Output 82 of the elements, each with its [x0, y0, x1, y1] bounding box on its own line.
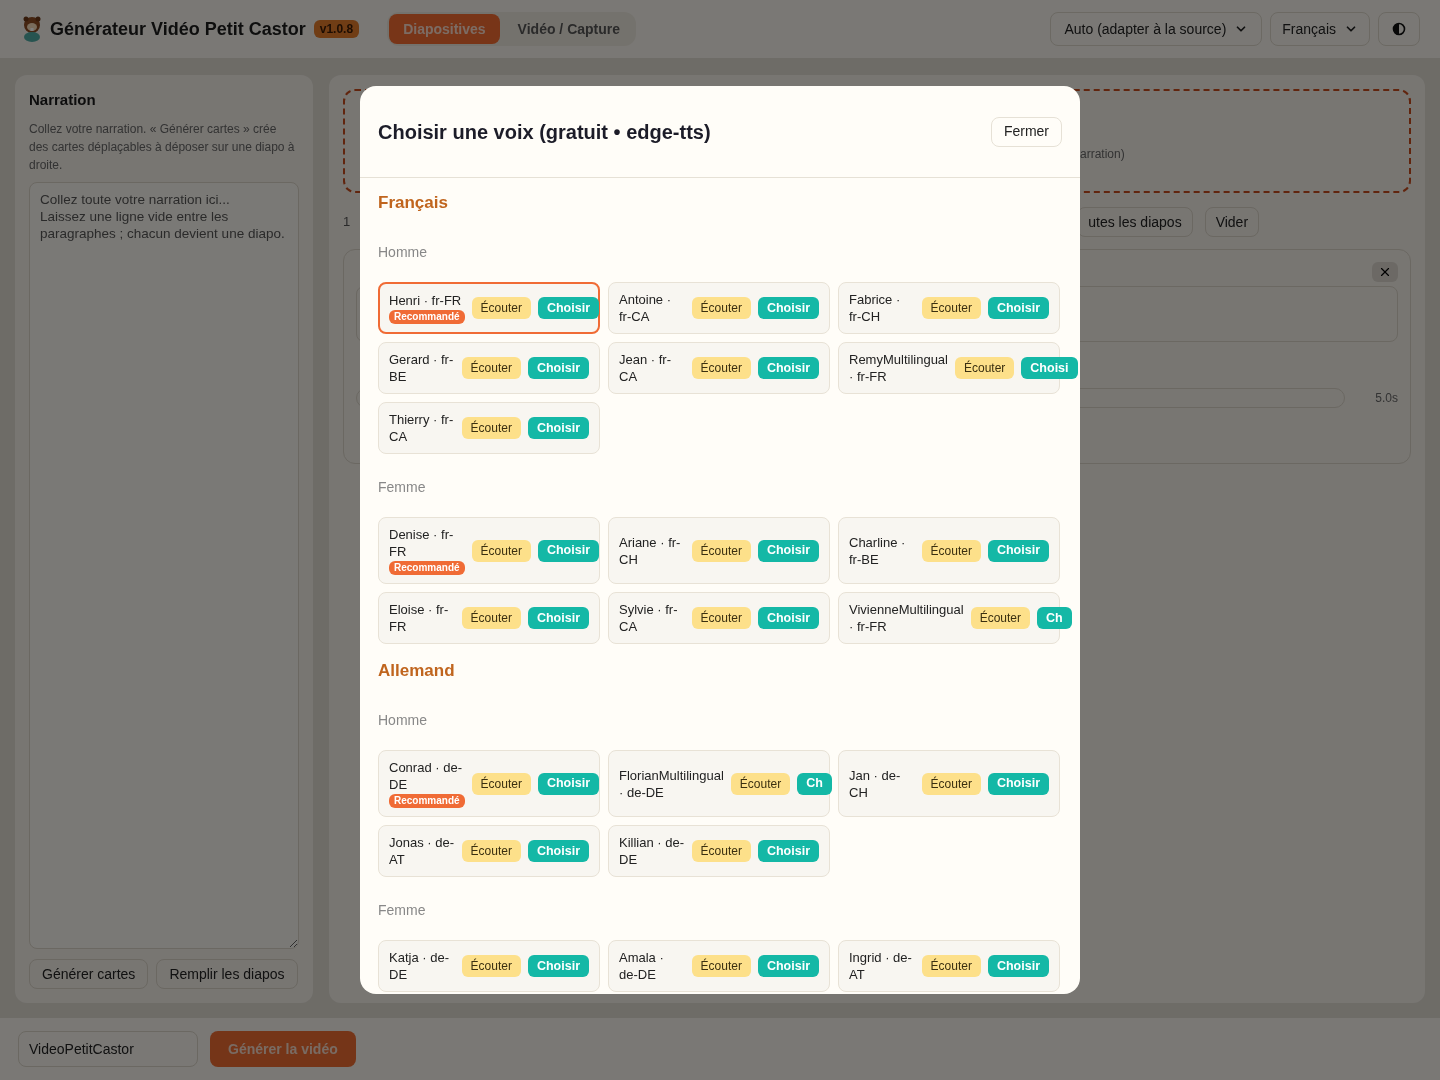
choose-button[interactable]: Choisir [757, 297, 819, 319]
listen-button[interactable]: Écouter [921, 955, 981, 977]
panel-title: Narration [29, 90, 97, 110]
panel-button[interactable]: Remplir les diapos [156, 959, 298, 989]
close-button[interactable] [1372, 262, 1398, 282]
drop-zone-hint: arration) [1080, 147, 1125, 161]
voice-name: Antoine · fr-CA [619, 291, 673, 325]
version-badge: v1.0.8 [313, 20, 360, 38]
narration-field[interactable]: Collez toute votre narration ici... Laissez une ligne vide entre les paragraphes ; chacun devient une diapo. [29, 181, 299, 949]
gender-label: Homme [378, 243, 428, 261]
voice-name: Henri · fr-FR [389, 292, 462, 309]
language-heading: Allemand [378, 660, 456, 682]
choose-button[interactable]: Choisir [537, 297, 599, 319]
panel-button[interactable]: Générer cartes [29, 959, 149, 989]
choose-button[interactable]: Choisir [527, 607, 589, 629]
voice-name: Conrad · de-DE [389, 759, 463, 793]
voice-name: Fabrice · fr-CH [849, 291, 902, 325]
choose-button[interactable]: Choisir [527, 357, 589, 379]
voice-name: Ingrid · de-AT [849, 949, 913, 983]
voice-name: Jan · de-CH [849, 766, 902, 801]
voice-name: Jean · fr-CA [619, 351, 672, 385]
language-heading: Français [378, 192, 449, 214]
panel-description: Collez votre narration. « Générer cartes » crée des cartes déplaçables à déposer sur une diapo à droite. [29, 120, 296, 174]
voice-name: VivienneMultilingual · fr-FR [849, 601, 964, 635]
quality-select[interactable]: Auto (adapter à la source) [1050, 12, 1263, 46]
choose-button[interactable]: Choisir [757, 955, 819, 977]
recommended-badge: Recommandé [389, 310, 465, 324]
listen-button[interactable]: Écouter [970, 607, 1031, 629]
recommended-badge: Recommandé [389, 561, 465, 575]
listen-button[interactable]: Écouter [461, 607, 521, 629]
listen-button[interactable]: Écouter [691, 840, 751, 862]
choose-button[interactable]: Choisir [757, 357, 819, 379]
gender-label: Femme [378, 901, 427, 919]
voice-name: Killian · de-DE [619, 834, 685, 868]
voice-name: Gerard · fr-BE [389, 351, 455, 385]
contrast-icon [1392, 22, 1406, 36]
listen-button[interactable]: Écouter [691, 607, 751, 629]
listen-button[interactable]: Écouter [461, 955, 521, 977]
voice-name: Katja · de-DE [389, 949, 450, 983]
theme-toggle-button[interactable] [1378, 12, 1420, 46]
listen-button[interactable]: Écouter [471, 297, 531, 319]
app-title: Générateur Vidéo Petit Castor [50, 17, 306, 41]
choose-button[interactable]: Choisi [1021, 357, 1078, 379]
choose-button[interactable]: Ch [797, 772, 832, 795]
gender-label: Homme [378, 711, 428, 729]
close-dialog-button[interactable]: Fermer [990, 116, 1062, 147]
listen-button[interactable]: Écouter [461, 840, 521, 862]
close-icon [1378, 265, 1392, 279]
voice-name: RemyMultilingual · fr-FR [849, 351, 948, 385]
recommended-badge: Recommandé [389, 794, 465, 808]
voice-name: Thierry · fr-CA [389, 411, 455, 445]
voice-name: Charline · fr-BE [849, 533, 907, 568]
voice-name: FlorianMultilingual · de-DE [619, 766, 724, 801]
listen-button[interactable]: Écouter [691, 955, 751, 977]
dialog-title: Choisir une voix (gratuit • edge-tts) [378, 119, 711, 145]
choose-button[interactable]: Choisir [987, 297, 1049, 319]
language-select[interactable]: Français [1270, 12, 1370, 46]
project-name-field[interactable]: VideoPetitCastor [18, 1031, 198, 1067]
listen-button[interactable]: Écouter [691, 357, 751, 379]
voice-name: Denise · fr-FR [389, 526, 455, 560]
choose-button[interactable]: Choisir [987, 955, 1049, 977]
choose-button[interactable]: Choisir [527, 417, 589, 439]
listen-button[interactable]: Écouter [461, 357, 521, 379]
listen-button[interactable]: Écouter [955, 357, 1015, 379]
duration-value: 5.0s [1375, 390, 1398, 407]
voice-name: Ariane · fr-CH [619, 533, 682, 568]
slides-button[interactable]: Vider [1204, 207, 1260, 237]
choose-button[interactable]: Choisir [527, 955, 589, 977]
gender-label: Femme [378, 478, 427, 496]
voice-name: Jonas · de-AT [389, 834, 455, 868]
choose-button[interactable]: Choisir [527, 840, 589, 862]
voice-name: Sylvie · fr-CA [619, 601, 679, 635]
voice-name: Amala · de-DE [619, 949, 665, 983]
slide-count: 1 [343, 213, 351, 232]
voice-name: Eloise · fr-FR [389, 601, 450, 635]
listen-button[interactable]: Écouter [921, 297, 981, 319]
listen-button[interactable]: Écouter [691, 297, 751, 319]
choose-button[interactable]: Choisir [757, 840, 819, 862]
choose-button[interactable]: Ch [1037, 607, 1072, 629]
listen-button[interactable]: Écouter [461, 417, 521, 439]
choose-button[interactable]: Choisir [757, 607, 819, 629]
tab[interactable]: Vidéo / Capture [503, 14, 635, 44]
